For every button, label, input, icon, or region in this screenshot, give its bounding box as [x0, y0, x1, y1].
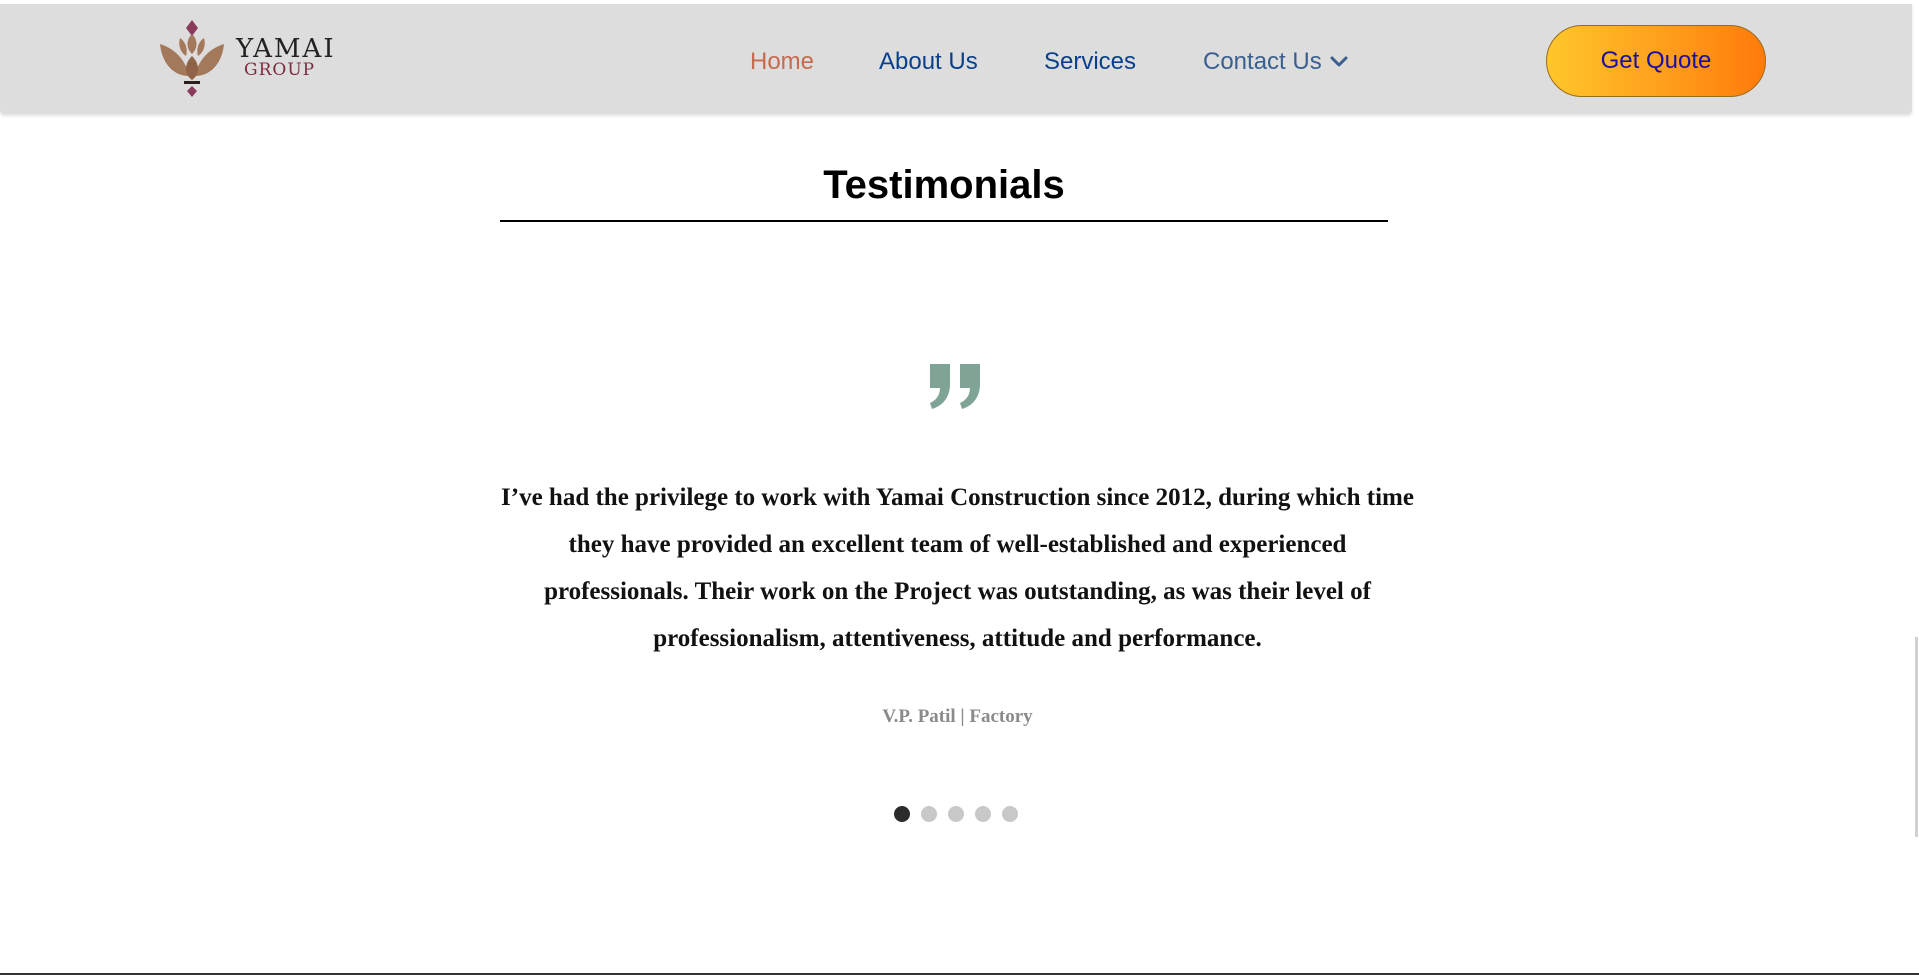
testimonial-author: V.P. Patil | Factory [882, 706, 1033, 727]
page: YAMAI GROUP Home About Us Services Conta… [0, 0, 1919, 975]
nav-contact-us-label: Contact Us [1203, 48, 1322, 75]
carousel-dot-1[interactable] [894, 806, 910, 822]
title-divider [500, 220, 1388, 222]
nav-home-link[interactable]: Home [750, 44, 814, 80]
testimonials-title: Testimonials [823, 163, 1065, 207]
get-quote-button[interactable]: Get Quote [1546, 25, 1766, 97]
carousel-pagination [894, 806, 1018, 822]
carousel-dot-5[interactable] [1002, 806, 1018, 822]
carousel-dot-2[interactable] [921, 806, 937, 822]
quote-icon [930, 364, 980, 409]
brand-subname: GROUP [244, 59, 316, 80]
testimonial-quote: I’ve had the privilege to work with Yama… [501, 484, 1414, 652]
site-header: YAMAI GROUP Home About Us Services Conta… [0, 4, 1912, 114]
carousel-dot-3[interactable] [948, 806, 964, 822]
scrollbar-thumb[interactable] [1915, 637, 1918, 837]
nav-about-us-link[interactable]: About Us [879, 44, 978, 80]
logo[interactable]: YAMAI GROUP [156, 18, 336, 98]
brand-wordmark: YAMAI GROUP [236, 36, 336, 79]
lotus-logo-icon [160, 20, 224, 97]
chevron-down-icon [1330, 56, 1348, 67]
brand-name: YAMAI [236, 33, 336, 64]
nav-contact-us-dropdown[interactable]: Contact Us [1203, 44, 1348, 80]
carousel-dot-4[interactable] [975, 806, 991, 822]
nav-services-link[interactable]: Services [1044, 44, 1136, 80]
